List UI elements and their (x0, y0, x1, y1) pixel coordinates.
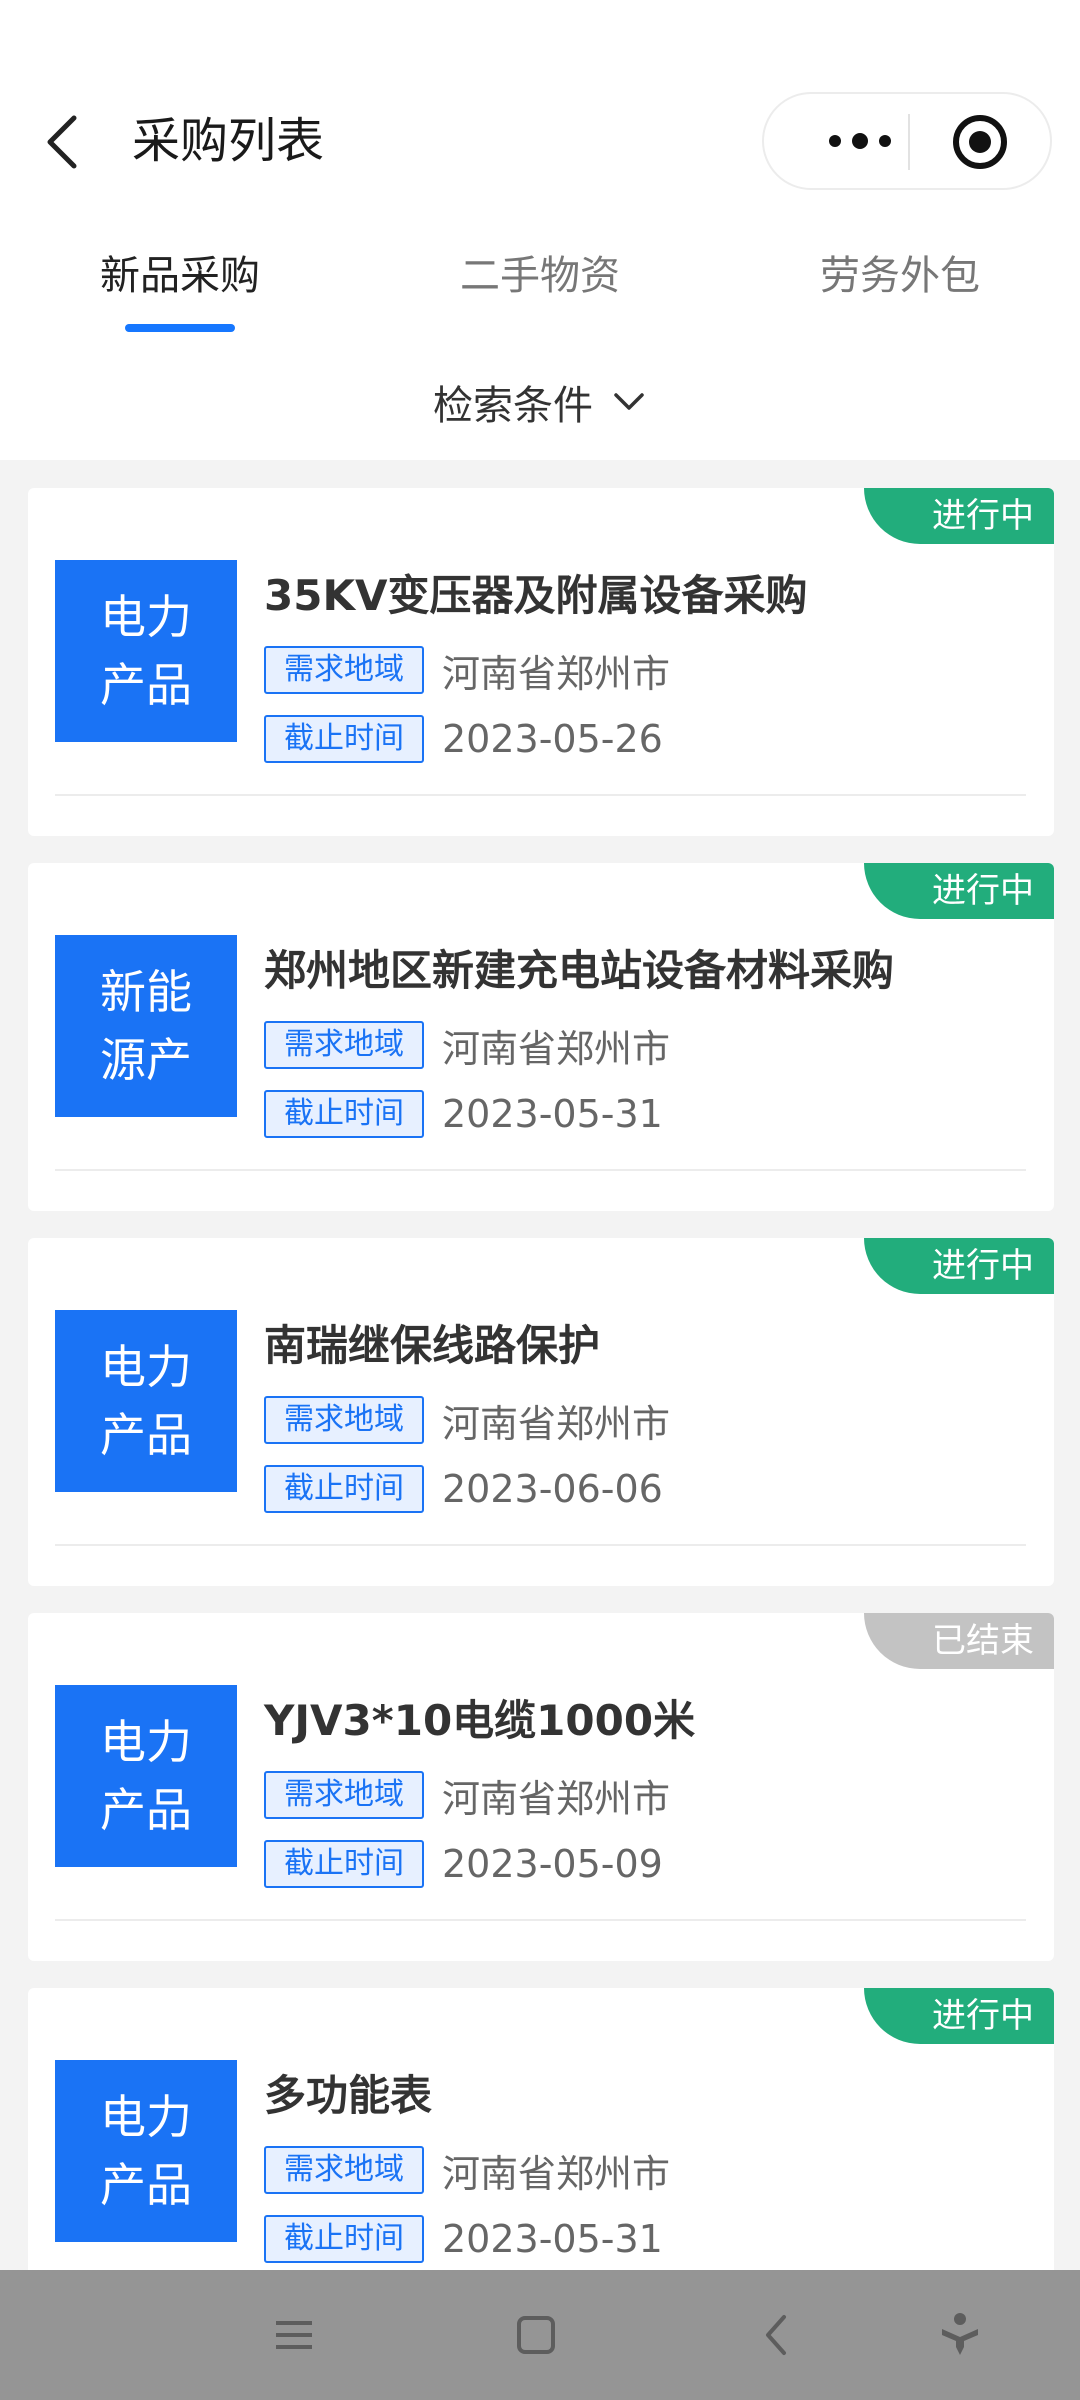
purchase-card[interactable]: 进行中 电力产品 35KV变压器及附属设备采购 需求地域 河南省郑州市 截止时间… (28, 488, 1054, 836)
region-value: 河南省郑州市 (442, 1026, 671, 1071)
tab-labor-outsourcing[interactable]: 劳务外包 (780, 236, 1020, 336)
deadline-tag: 截止时间 (264, 1465, 424, 1513)
deadline-value: 2023-05-31 (442, 1092, 663, 1136)
region-row: 需求地域 河南省郑州市 (264, 645, 671, 696)
capsule-menu (762, 92, 1052, 190)
deadline-row: 截止时间 2023-05-31 (264, 2214, 663, 2264)
deadline-row: 截止时间 2023-06-06 (264, 1464, 663, 1514)
region-tag: 需求地域 (264, 1021, 424, 1069)
region-row: 需求地域 河南省郑州市 (264, 1395, 671, 1446)
accessibility-icon[interactable] (928, 2303, 992, 2367)
target-icon[interactable] (950, 112, 1010, 172)
region-tag: 需求地域 (264, 646, 424, 694)
region-tag: 需求地域 (264, 1396, 424, 1444)
category-badge: 新能源产 (55, 935, 237, 1117)
deadline-row: 截止时间 2023-05-31 (264, 1089, 663, 1139)
card-divider (55, 1919, 1026, 1921)
deadline-tag: 截止时间 (264, 715, 424, 763)
region-row: 需求地域 河南省郑州市 (264, 1770, 671, 1821)
chevron-down-icon (614, 393, 644, 410)
deadline-value: 2023-05-26 (442, 717, 663, 761)
category-badge: 电力产品 (55, 1685, 237, 1867)
card-title: 南瑞继保线路保护 (264, 1321, 601, 1370)
tab-bar: 新品采购 二手物资 劳务外包 (0, 236, 1080, 336)
category-badge: 电力产品 (55, 560, 237, 742)
deadline-value: 2023-06-06 (442, 1467, 663, 1511)
back-triangle-icon[interactable] (746, 2303, 810, 2367)
deadline-value: 2023-05-31 (442, 2217, 663, 2261)
region-value: 河南省郑州市 (442, 2151, 671, 2196)
status-badge: 进行中 (864, 863, 1054, 919)
card-title: 郑州地区新建充电站设备材料采购 (264, 946, 895, 995)
tab-second-hand[interactable]: 二手物资 (420, 236, 660, 336)
deadline-tag: 截止时间 (264, 1840, 424, 1888)
purchase-card[interactable]: 已结束 电力产品 YJV3*10电缆1000米 需求地域 河南省郑州市 截止时间… (28, 1613, 1054, 1961)
menu-icon[interactable] (262, 2303, 326, 2367)
purchase-card[interactable]: 进行中 新能源产 郑州地区新建充电站设备材料采购 需求地域 河南省郑州市 截止时… (28, 863, 1054, 1211)
chevron-left-icon[interactable] (40, 112, 90, 172)
purchase-card[interactable]: 进行中 电力产品 南瑞继保线路保护 需求地域 河南省郑州市 截止时间 2023-… (28, 1238, 1054, 1586)
region-tag: 需求地域 (264, 1771, 424, 1819)
card-title: YJV3*10电缆1000米 (264, 1696, 696, 1745)
status-badge: 进行中 (864, 1238, 1054, 1294)
more-dots-icon (829, 133, 891, 149)
capsule-divider (908, 114, 910, 170)
card-divider (55, 1169, 1026, 1171)
deadline-tag: 截止时间 (264, 1090, 424, 1138)
card-divider (55, 1544, 1026, 1546)
deadline-tag: 截止时间 (264, 2215, 424, 2263)
card-title: 35KV变压器及附属设备采购 (264, 571, 808, 620)
active-tab-indicator (125, 324, 235, 332)
status-badge: 进行中 (864, 488, 1054, 544)
region-row: 需求地域 河南省郑州市 (264, 2145, 671, 2196)
filter-toggle[interactable]: 检索条件 (0, 366, 1080, 438)
filter-label: 检索条件 (433, 383, 593, 429)
status-badge: 进行中 (864, 1988, 1054, 2044)
category-badge: 电力产品 (55, 1310, 237, 1492)
status-badge: 已结束 (864, 1613, 1054, 1669)
page-title: 采购列表 (132, 113, 325, 169)
region-value: 河南省郑州市 (442, 651, 671, 696)
deadline-row: 截止时间 2023-05-26 (264, 714, 663, 764)
deadline-row: 截止时间 2023-05-09 (264, 1839, 663, 1889)
home-square-icon[interactable] (504, 2303, 568, 2367)
card-title: 多功能表 (264, 2071, 433, 2120)
system-navigation-bar (0, 2270, 1080, 2400)
category-badge: 电力产品 (55, 2060, 237, 2242)
deadline-value: 2023-05-09 (442, 1842, 663, 1886)
more-button[interactable] (800, 94, 920, 188)
region-row: 需求地域 河南省郑州市 (264, 1020, 671, 1071)
region-value: 河南省郑州市 (442, 1401, 671, 1446)
tab-new-purchase[interactable]: 新品采购 (60, 236, 300, 336)
header: 采购列表 新品采购 二手物资 劳务外包 检索条件 (0, 0, 1080, 460)
region-tag: 需求地域 (264, 2146, 424, 2194)
card-divider (55, 794, 1026, 796)
region-value: 河南省郑州市 (442, 1776, 671, 1821)
